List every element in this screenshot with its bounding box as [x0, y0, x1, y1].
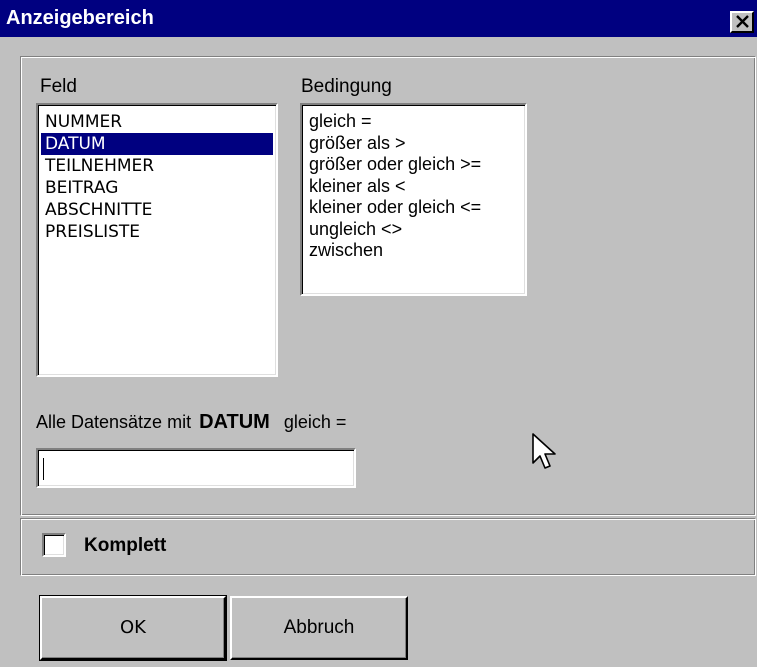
filter-summary: Alle Datensätze mit DATUM gleich =: [36, 411, 346, 433]
feld-label: Feld: [40, 76, 77, 97]
summary-field: DATUM: [199, 411, 270, 433]
bedingung-item-gleich[interactable]: gleich =: [305, 111, 522, 133]
title-bar[interactable]: Anzeigebereich: [0, 0, 757, 37]
ok-button[interactable]: OK: [39, 595, 227, 661]
window-title: Anzeigebereich: [6, 7, 154, 29]
bedingung-item-kleiner-gleich[interactable]: kleiner oder gleich <=: [305, 197, 522, 219]
bedingung-item-kleiner[interactable]: kleiner als <: [305, 176, 522, 198]
close-icon: [736, 15, 749, 28]
feld-item-teilnehmer[interactable]: TEILNEHMER: [41, 155, 273, 177]
feld-item-preisliste[interactable]: PREISLISTE: [41, 221, 273, 243]
close-button[interactable]: [730, 11, 754, 33]
bedingung-item-groesser[interactable]: größer als >: [305, 133, 522, 155]
dialog-window: Anzeigebereich Feld Bedingung NUMMER DAT…: [0, 0, 757, 667]
cancel-button[interactable]: Abbruch: [230, 596, 408, 660]
value-input[interactable]: [36, 448, 356, 488]
bedingung-item-groesser-gleich[interactable]: größer oder gleich >=: [305, 154, 522, 176]
feld-listbox[interactable]: NUMMER DATUM TEILNEHMER BEITRAG ABSCHNIT…: [36, 103, 278, 377]
feld-item-datum[interactable]: DATUM: [41, 133, 273, 155]
komplett-checkbox[interactable]: [42, 533, 66, 557]
bedingung-listbox[interactable]: gleich = größer als > größer oder gleich…: [300, 103, 527, 296]
mouse-pointer-icon: [532, 433, 556, 469]
summary-prefix: Alle Datensätze mit: [36, 412, 192, 432]
feld-item-nummer[interactable]: NUMMER: [41, 111, 273, 133]
bedingung-item-zwischen[interactable]: zwischen: [305, 240, 522, 262]
cancel-button-label: Abbruch: [283, 617, 355, 638]
feld-item-beitrag[interactable]: BEITRAG: [41, 177, 273, 199]
bedingung-label: Bedingung: [301, 76, 392, 97]
komplett-label[interactable]: Komplett: [84, 535, 166, 557]
feld-item-abschnitte[interactable]: ABSCHNITTE: [41, 199, 273, 221]
ok-button-label: OK: [120, 617, 146, 638]
bedingung-item-ungleich[interactable]: ungleich <>: [305, 219, 522, 241]
text-caret: [43, 458, 44, 480]
summary-condition: gleich =: [283, 412, 347, 432]
